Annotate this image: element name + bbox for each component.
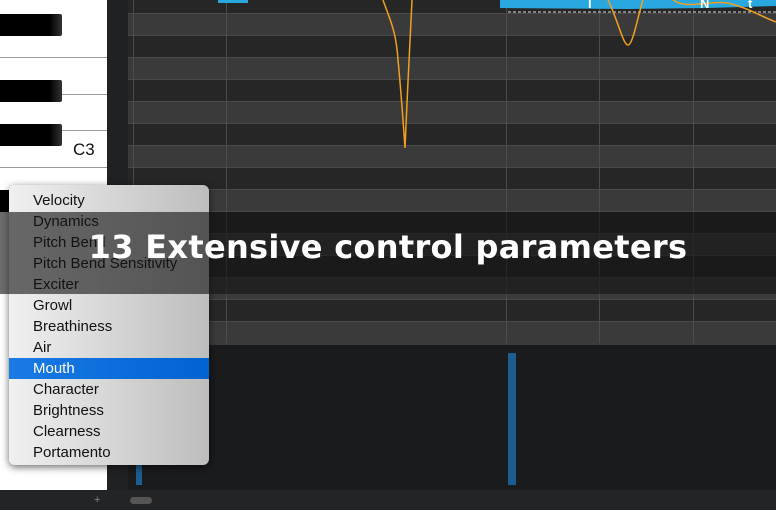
menu-item-clearness[interactable]: Clearness (9, 421, 209, 442)
black-key[interactable] (0, 124, 62, 146)
lyric[interactable]: l (588, 0, 592, 11)
parameter-bar[interactable] (136, 465, 142, 485)
headline: 13 Extensive control parameters (88, 228, 688, 266)
parameter-lane[interactable] (128, 343, 776, 490)
black-key[interactable] (0, 14, 62, 36)
menu-item-breathiness[interactable]: Breathiness (9, 316, 209, 337)
pitch-curve (382, 0, 776, 149)
parameter-bar[interactable] (508, 353, 516, 485)
menu-item-air[interactable]: Air (9, 337, 209, 358)
menu-item-mouth[interactable]: Mouth (9, 358, 209, 379)
menu-item-velocity[interactable]: Velocity (9, 190, 209, 211)
lyric[interactable]: N (700, 0, 709, 11)
menu-item-character[interactable]: Character (9, 379, 209, 400)
note-label-c3: C3 (73, 140, 95, 159)
menu-item-brightness[interactable]: Brightness (9, 400, 209, 421)
scrollbar-thumb[interactable] (130, 497, 152, 504)
lyric[interactable]: t (748, 0, 752, 11)
menu-item-growl[interactable]: Growl (9, 295, 209, 316)
menu-item-portamento[interactable]: Portamento (9, 442, 209, 463)
horizontal-scrollbar[interactable] (0, 490, 776, 510)
black-key[interactable] (0, 80, 62, 102)
add-lane-button[interactable]: + (94, 494, 100, 506)
